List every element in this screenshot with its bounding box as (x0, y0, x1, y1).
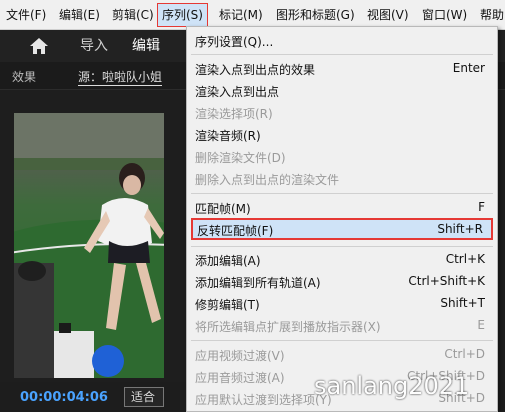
menu-item-shortcut: Ctrl+Shift+K (408, 274, 485, 288)
timecode[interactable]: 00:00:04:06 (20, 390, 108, 405)
menu-item-label: 应用音频过渡(A) (195, 371, 285, 385)
menu-item-label: 添加编辑(A) (195, 254, 261, 268)
menu-item-trim-edit[interactable]: 修剪编辑(T) Shift+T (187, 292, 497, 314)
menu-item-render-audio[interactable]: 渲染音频(R) (187, 123, 497, 145)
menu-item-extend-edit: 将所选编辑点扩展到播放指示器(X) E (187, 314, 497, 336)
menu-item-render-in-out[interactable]: 渲染入点到出点 (187, 79, 497, 101)
sequence-dropdown-menu: 序列设置(Q)... 渲染入点到出点的效果 Enter 渲染入点到出点 渲染选择… (186, 26, 498, 412)
menu-item-label: 应用默认过渡到选择项(Y) (195, 393, 332, 407)
menu-item-sequence-settings[interactable]: 序列设置(Q)... (187, 29, 497, 51)
menu-item-shortcut: Ctrl+K (445, 252, 485, 266)
menu-item-label: 应用视频过渡(V) (195, 349, 285, 363)
menu-separator (191, 54, 493, 55)
video-preview (14, 113, 164, 378)
menu-item-delete-in-out-render-files: 删除入点到出点的渲染文件 (187, 167, 497, 189)
menu-item-delete-render-files: 删除渲染文件(D) (187, 145, 497, 167)
menu-item-match-frame[interactable]: 匹配帧(M) F (187, 196, 497, 218)
menu-item-shortcut: Enter (452, 61, 485, 75)
menu-item-label: 渲染选择项(R) (195, 107, 273, 121)
menu-clip[interactable]: 剪辑(C) (112, 0, 154, 30)
menu-item-label: 将所选编辑点扩展到播放指示器(X) (195, 320, 381, 334)
menu-item-add-edit-all-tracks[interactable]: 添加编辑到所有轨道(A) Ctrl+Shift+K (187, 270, 497, 292)
menu-item-render-selection: 渲染选择项(R) (187, 101, 497, 123)
menu-item-label: 删除入点到出点的渲染文件 (195, 173, 340, 187)
menu-item-shortcut: Ctrl+D (444, 347, 485, 361)
tab-import[interactable]: 导入 (80, 30, 108, 62)
menu-item-label: 添加编辑到所有轨道(A) (195, 276, 321, 290)
menu-separator (191, 340, 493, 341)
home-icon[interactable] (30, 38, 48, 54)
source-tab[interactable]: 源：啦啦队小姐 (78, 68, 163, 86)
menu-item-shortcut: Shift+T (440, 296, 485, 310)
menu-item-reverse-match-frame[interactable]: 反转匹配帧(F) Shift+R (191, 218, 493, 240)
watermark-text: sanlang2021 (314, 372, 470, 400)
menu-separator (191, 193, 493, 194)
video-frame-image (14, 113, 164, 378)
menu-item-shortcut: F (478, 200, 485, 214)
menu-file[interactable]: 文件(F) (6, 0, 46, 30)
menu-item-label: 匹配帧(M) (195, 202, 251, 216)
menu-item-label: 删除渲染文件(D) (195, 151, 286, 165)
menu-edit[interactable]: 编辑(E) (59, 0, 100, 30)
menu-item-label: 修剪编辑(T) (195, 298, 260, 312)
menu-item-shortcut: Shift+R (437, 222, 483, 236)
menu-item-render-in-out-effects[interactable]: 渲染入点到出点的效果 Enter (187, 57, 497, 79)
menu-item-label: 渲染音频(R) (195, 129, 261, 143)
effects-tab[interactable]: 效果 (12, 68, 36, 85)
zoom-fit-select[interactable]: 适合 (124, 387, 164, 407)
tab-edit[interactable]: 编辑 (132, 30, 160, 62)
menu-item-apply-video-transition: 应用视频过渡(V) Ctrl+D (187, 343, 497, 365)
menu-item-shortcut: E (477, 318, 485, 332)
menu-item-label: 渲染入点到出点 (195, 85, 280, 99)
menu-item-label: 序列设置(Q)... (195, 35, 274, 49)
menu-separator (191, 246, 493, 247)
menu-sequence[interactable]: 序列(S) (157, 3, 208, 27)
menu-item-add-edit[interactable]: 添加编辑(A) Ctrl+K (187, 248, 497, 270)
menu-item-label: 反转匹配帧(F) (197, 224, 274, 238)
menu-item-label: 渲染入点到出点的效果 (195, 63, 316, 77)
